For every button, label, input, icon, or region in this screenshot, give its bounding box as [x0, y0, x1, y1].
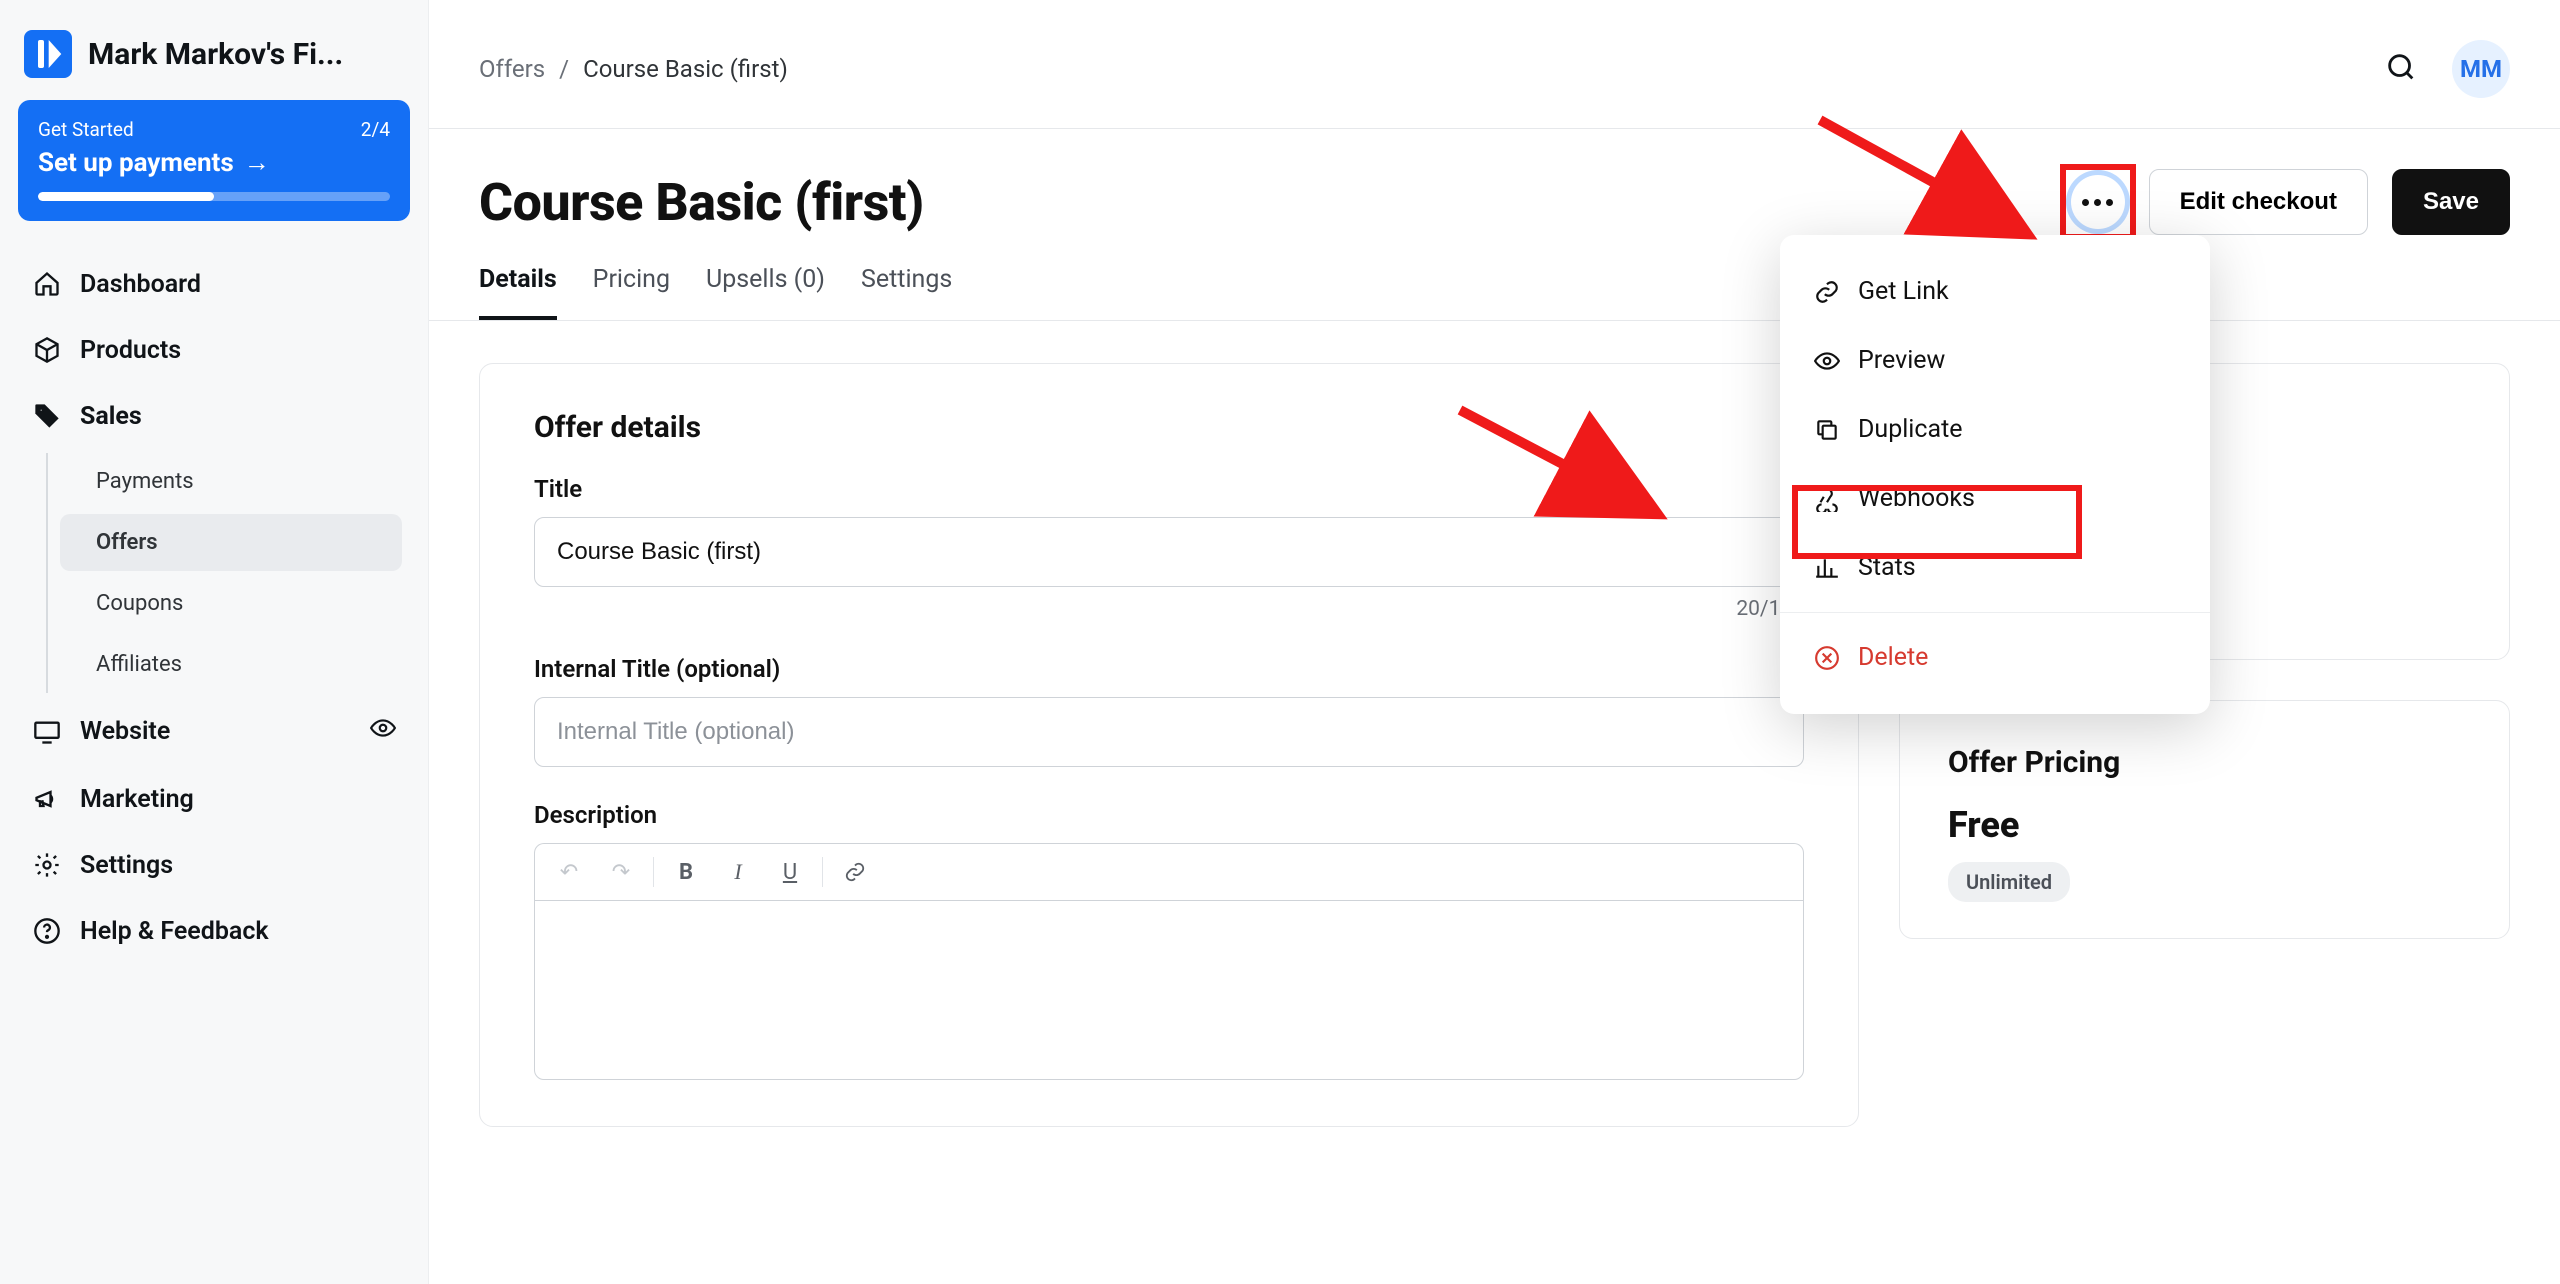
pricing-section-title: Offer Pricing — [1948, 745, 2461, 780]
brand-logo-icon — [24, 30, 72, 78]
page-title: Course Basic (first) — [479, 172, 924, 233]
main: Offers / Course Basic (first) MM Course … — [429, 0, 2560, 1284]
save-button[interactable]: Save — [2392, 169, 2510, 235]
internal-title-input[interactable] — [534, 697, 1804, 767]
description-input[interactable] — [534, 900, 1804, 1080]
sidebar-sub-affiliates[interactable]: Affiliates — [60, 636, 402, 693]
sidebar-item-settings[interactable]: Settings — [18, 832, 410, 898]
get-started-progress: 2/4 — [361, 118, 390, 141]
offer-details-card: Offer details Title 20/100 Internal Titl… — [479, 363, 1859, 1127]
box-icon — [32, 335, 62, 365]
sidebar-item-website[interactable]: Website — [18, 697, 410, 766]
menu-item-duplicate[interactable]: Duplicate — [1780, 395, 2210, 464]
rte-redo-icon[interactable]: ↷ — [597, 852, 645, 892]
rte-underline-icon[interactable]: U — [766, 852, 814, 892]
sidebar-sub-coupons[interactable]: Coupons — [60, 575, 402, 632]
gear-icon — [32, 850, 62, 880]
brand-title: Mark Markov's Fi... — [88, 37, 404, 72]
search-button[interactable] — [2384, 50, 2418, 88]
sidebar-sub-payments[interactable]: Payments — [60, 453, 402, 510]
menu-item-label: Preview — [1858, 346, 1945, 375]
more-actions-button[interactable] — [2071, 175, 2125, 229]
page-actions: Edit checkout Save Get Link Preview Dupl… — [2071, 169, 2510, 235]
tag-icon — [32, 401, 62, 431]
title-counter: 20/100 — [534, 597, 1804, 621]
edit-checkout-button[interactable]: Edit checkout — [2149, 169, 2368, 235]
description-label: Description — [534, 801, 1804, 829]
home-icon — [32, 269, 62, 299]
menu-item-label: Duplicate — [1858, 415, 1963, 444]
brand[interactable]: Mark Markov's Fi... — [18, 30, 410, 100]
eye-icon[interactable] — [370, 715, 396, 748]
menu-item-get-link[interactable]: Get Link — [1780, 257, 2210, 326]
sidebar-item-label: Settings — [80, 851, 173, 880]
breadcrumb: Offers / Course Basic (first) — [479, 55, 788, 83]
get-started-cta: Set up payments — [38, 148, 234, 178]
sidebar-item-label: Website — [80, 717, 170, 746]
rte-bold-icon[interactable]: B — [662, 852, 710, 892]
breadcrumb-root[interactable]: Offers — [479, 55, 545, 83]
menu-item-label: Webhooks — [1858, 484, 1975, 513]
sidebar-item-label: Products — [80, 336, 181, 365]
arrow-right-icon: → — [244, 147, 270, 178]
rte-link-icon[interactable] — [831, 852, 879, 892]
breadcrumb-current: Course Basic (first) — [583, 55, 788, 83]
title-label: Title — [534, 475, 1804, 503]
sidebar-item-products[interactable]: Products — [18, 317, 410, 383]
sidebar-subnav: Payments Offers Coupons Affiliates — [46, 453, 410, 693]
sidebar-item-help[interactable]: Help & Feedback — [18, 898, 410, 964]
menu-item-label: Stats — [1858, 553, 1916, 582]
menu-item-label: Get Link — [1858, 277, 1949, 306]
tab-pricing[interactable]: Pricing — [593, 265, 670, 320]
menu-item-stats[interactable]: Stats — [1780, 533, 2210, 602]
megaphone-icon — [32, 784, 62, 814]
menu-item-label: Delete — [1858, 643, 1928, 672]
rte-toolbar: ↶ ↷ B I U — [534, 843, 1804, 900]
sidebar-item-label: Help & Feedback — [80, 917, 269, 946]
sidebar-item-label: Marketing — [80, 785, 194, 814]
rte-undo-icon[interactable]: ↶ — [545, 852, 593, 892]
sidebar-item-dashboard[interactable]: Dashboard — [18, 251, 410, 317]
pricing-value: Free — [1948, 804, 2461, 846]
menu-separator — [1780, 612, 2210, 613]
pricing-card: Offer Pricing Free Unlimited — [1899, 700, 2510, 939]
rte-italic-icon[interactable]: I — [714, 852, 762, 892]
sidebar: Mark Markov's Fi... Get Started 2/4 Set … — [0, 0, 429, 1284]
get-started-progress-bar — [38, 192, 390, 201]
internal-title-label: Internal Title (optional) — [534, 655, 1804, 683]
sidebar-item-label: Sales — [80, 402, 142, 431]
topbar: Offers / Course Basic (first) MM — [429, 0, 2560, 129]
menu-item-webhooks[interactable]: Webhooks — [1780, 464, 2210, 533]
sidebar-sub-offers[interactable]: Offers — [60, 514, 402, 571]
tab-upsells[interactable]: Upsells (0) — [706, 265, 825, 320]
menu-item-preview[interactable]: Preview — [1780, 326, 2210, 395]
breadcrumb-sep: / — [559, 55, 569, 83]
sidebar-item-marketing[interactable]: Marketing — [18, 766, 410, 832]
tabs: Details Pricing Upsells (0) Settings — [429, 235, 2560, 321]
section-title: Offer details — [534, 410, 1804, 445]
help-icon — [32, 916, 62, 946]
tab-details[interactable]: Details — [479, 265, 557, 320]
ellipsis-icon — [2082, 199, 2113, 206]
more-actions-menu: Get Link Preview Duplicate Webhooks — [1780, 235, 2210, 714]
sidebar-item-sales[interactable]: Sales — [18, 383, 410, 449]
avatar[interactable]: MM — [2452, 40, 2510, 98]
pricing-unlimited-pill: Unlimited — [1948, 862, 2070, 902]
sidebar-item-label: Dashboard — [80, 270, 201, 299]
title-input[interactable] — [534, 517, 1804, 587]
menu-item-delete[interactable]: Delete — [1780, 623, 2210, 692]
tab-settings[interactable]: Settings — [861, 265, 952, 320]
get-started-card[interactable]: Get Started 2/4 Set up payments → — [18, 100, 410, 221]
monitor-icon — [32, 717, 62, 747]
get-started-label: Get Started — [38, 118, 134, 141]
